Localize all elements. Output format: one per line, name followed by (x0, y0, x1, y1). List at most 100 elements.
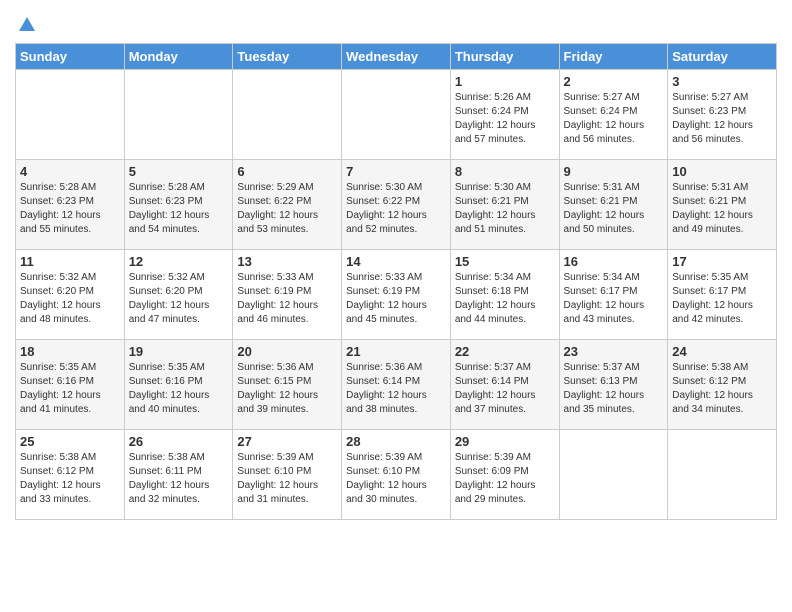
day-number: 3 (672, 74, 772, 89)
day-info: Sunrise: 5:39 AM Sunset: 6:09 PM Dayligh… (455, 451, 555, 507)
calendar-day-cell: 12 Sunrise: 5:32 AM Sunset: 6:20 PM Dayli… (124, 249, 233, 339)
day-info: Sunrise: 5:28 AM Sunset: 6:23 PM Dayligh… (129, 181, 229, 237)
calendar-day-cell (668, 429, 777, 519)
day-info: Sunrise: 5:35 AM Sunset: 6:16 PM Dayligh… (20, 361, 120, 417)
calendar-header-cell: Thursday (450, 43, 559, 69)
day-info: Sunrise: 5:33 AM Sunset: 6:19 PM Dayligh… (237, 271, 337, 327)
calendar-day-cell: 1Sunrise: 5:26 AM Sunset: 6:24 PM Daylig… (450, 69, 559, 159)
calendar-day-cell: 20 Sunrise: 5:36 AM Sunset: 6:15 PM Dayli… (233, 339, 342, 429)
calendar-day-cell: 23 Sunrise: 5:37 AM Sunset: 6:13 PM Dayli… (559, 339, 668, 429)
calendar-day-cell: 4 Sunrise: 5:28 AM Sunset: 6:23 PM Daylig… (16, 159, 125, 249)
day-info: Sunrise: 5:36 AM Sunset: 6:15 PM Dayligh… (237, 361, 337, 417)
calendar: SundayMondayTuesdayWednesdayThursdayFrid… (15, 43, 777, 520)
day-info: Sunrise: 5:38 AM Sunset: 6:11 PM Dayligh… (129, 451, 229, 507)
day-number: 4 (20, 164, 120, 179)
calendar-day-cell: 8 Sunrise: 5:30 AM Sunset: 6:21 PM Daylig… (450, 159, 559, 249)
day-info: Sunrise: 5:34 AM Sunset: 6:17 PM Dayligh… (564, 271, 664, 327)
calendar-day-cell (124, 69, 233, 159)
calendar-day-cell: 10 Sunrise: 5:31 AM Sunset: 6:21 PM Dayli… (668, 159, 777, 249)
day-info: Sunrise: 5:37 AM Sunset: 6:13 PM Dayligh… (564, 361, 664, 417)
calendar-day-cell: 2Sunrise: 5:27 AM Sunset: 6:24 PM Daylig… (559, 69, 668, 159)
calendar-week-row: 11Sunrise: 5:32 AM Sunset: 6:20 PM Dayli… (16, 249, 777, 339)
day-info: Sunrise: 5:39 AM Sunset: 6:10 PM Dayligh… (237, 451, 337, 507)
day-number: 19 (129, 344, 229, 359)
day-info: Sunrise: 5:27 AM Sunset: 6:24 PM Dayligh… (564, 91, 664, 147)
calendar-header-cell: Sunday (16, 43, 125, 69)
calendar-day-cell: 24 Sunrise: 5:38 AM Sunset: 6:12 PM Dayli… (668, 339, 777, 429)
day-number: 13 (237, 254, 337, 269)
day-number: 17 (672, 254, 772, 269)
calendar-day-cell: 15 Sunrise: 5:34 AM Sunset: 6:18 PM Dayli… (450, 249, 559, 339)
day-number: 21 (346, 344, 446, 359)
calendar-day-cell: 16 Sunrise: 5:34 AM Sunset: 6:17 PM Dayli… (559, 249, 668, 339)
day-number: 26 (129, 434, 229, 449)
calendar-day-cell: 26 Sunrise: 5:38 AM Sunset: 6:11 PM Dayli… (124, 429, 233, 519)
calendar-week-row: 1Sunrise: 5:26 AM Sunset: 6:24 PM Daylig… (16, 69, 777, 159)
day-number: 9 (564, 164, 664, 179)
day-number: 12 (129, 254, 229, 269)
day-info: Sunrise: 5:30 AM Sunset: 6:22 PM Dayligh… (346, 181, 446, 237)
day-number: 16 (564, 254, 664, 269)
day-info: Sunrise: 5:32 AM Sunset: 6:20 PM Dayligh… (129, 271, 229, 327)
calendar-day-cell: 5 Sunrise: 5:28 AM Sunset: 6:23 PM Daylig… (124, 159, 233, 249)
calendar-day-cell: 22Sunrise: 5:37 AM Sunset: 6:14 PM Dayli… (450, 339, 559, 429)
day-number: 15 (455, 254, 555, 269)
calendar-day-cell (559, 429, 668, 519)
day-number: 7 (346, 164, 446, 179)
day-number: 8 (455, 164, 555, 179)
calendar-header-cell: Saturday (668, 43, 777, 69)
day-info: Sunrise: 5:27 AM Sunset: 6:23 PM Dayligh… (672, 91, 772, 147)
day-number: 28 (346, 434, 446, 449)
calendar-body: 1Sunrise: 5:26 AM Sunset: 6:24 PM Daylig… (16, 69, 777, 519)
day-number: 23 (564, 344, 664, 359)
calendar-header-cell: Wednesday (342, 43, 451, 69)
day-number: 27 (237, 434, 337, 449)
calendar-day-cell: 19Sunrise: 5:35 AM Sunset: 6:16 PM Dayli… (124, 339, 233, 429)
day-info: Sunrise: 5:39 AM Sunset: 6:10 PM Dayligh… (346, 451, 446, 507)
calendar-header-cell: Monday (124, 43, 233, 69)
day-number: 18 (20, 344, 120, 359)
day-info: Sunrise: 5:31 AM Sunset: 6:21 PM Dayligh… (564, 181, 664, 237)
calendar-header-cell: Friday (559, 43, 668, 69)
day-number: 1 (455, 74, 555, 89)
day-info: Sunrise: 5:36 AM Sunset: 6:14 PM Dayligh… (346, 361, 446, 417)
calendar-day-cell: 13 Sunrise: 5:33 AM Sunset: 6:19 PM Dayli… (233, 249, 342, 339)
day-number: 10 (672, 164, 772, 179)
calendar-day-cell: 29 Sunrise: 5:39 AM Sunset: 6:09 PM Dayli… (450, 429, 559, 519)
day-number: 24 (672, 344, 772, 359)
calendar-day-cell: 25 Sunrise: 5:38 AM Sunset: 6:12 PM Dayli… (16, 429, 125, 519)
day-number: 14 (346, 254, 446, 269)
day-info: Sunrise: 5:30 AM Sunset: 6:21 PM Dayligh… (455, 181, 555, 237)
calendar-day-cell: 11Sunrise: 5:32 AM Sunset: 6:20 PM Dayli… (16, 249, 125, 339)
calendar-week-row: 18 Sunrise: 5:35 AM Sunset: 6:16 PM Dayli… (16, 339, 777, 429)
calendar-day-cell: 6 Sunrise: 5:29 AM Sunset: 6:22 PM Daylig… (233, 159, 342, 249)
calendar-day-cell (342, 69, 451, 159)
calendar-day-cell: 28 Sunrise: 5:39 AM Sunset: 6:10 PM Dayli… (342, 429, 451, 519)
day-number: 5 (129, 164, 229, 179)
day-number: 20 (237, 344, 337, 359)
calendar-day-cell: 9 Sunrise: 5:31 AM Sunset: 6:21 PM Daylig… (559, 159, 668, 249)
day-number: 25 (20, 434, 120, 449)
day-number: 22 (455, 344, 555, 359)
page-header (15, 10, 777, 35)
calendar-day-cell: 21 Sunrise: 5:36 AM Sunset: 6:14 PM Dayli… (342, 339, 451, 429)
day-info: Sunrise: 5:34 AM Sunset: 6:18 PM Dayligh… (455, 271, 555, 327)
logo-general (15, 14, 37, 35)
day-info: Sunrise: 5:29 AM Sunset: 6:22 PM Dayligh… (237, 181, 337, 237)
day-info: Sunrise: 5:35 AM Sunset: 6:17 PM Dayligh… (672, 271, 772, 327)
calendar-day-cell (233, 69, 342, 159)
calendar-day-cell: 7 Sunrise: 5:30 AM Sunset: 6:22 PM Daylig… (342, 159, 451, 249)
day-number: 6 (237, 164, 337, 179)
day-info: Sunrise: 5:33 AM Sunset: 6:19 PM Dayligh… (346, 271, 446, 327)
calendar-week-row: 4 Sunrise: 5:28 AM Sunset: 6:23 PM Daylig… (16, 159, 777, 249)
calendar-day-cell: 3 Sunrise: 5:27 AM Sunset: 6:23 PM Daylig… (668, 69, 777, 159)
calendar-header-row: SundayMondayTuesdayWednesdayThursdayFrid… (16, 43, 777, 69)
day-number: 29 (455, 434, 555, 449)
day-info: Sunrise: 5:28 AM Sunset: 6:23 PM Dayligh… (20, 181, 120, 237)
day-info: Sunrise: 5:38 AM Sunset: 6:12 PM Dayligh… (672, 361, 772, 417)
calendar-header-cell: Tuesday (233, 43, 342, 69)
logo (15, 14, 37, 35)
calendar-day-cell: 14 Sunrise: 5:33 AM Sunset: 6:19 PM Dayli… (342, 249, 451, 339)
day-info: Sunrise: 5:38 AM Sunset: 6:12 PM Dayligh… (20, 451, 120, 507)
day-info: Sunrise: 5:31 AM Sunset: 6:21 PM Dayligh… (672, 181, 772, 237)
